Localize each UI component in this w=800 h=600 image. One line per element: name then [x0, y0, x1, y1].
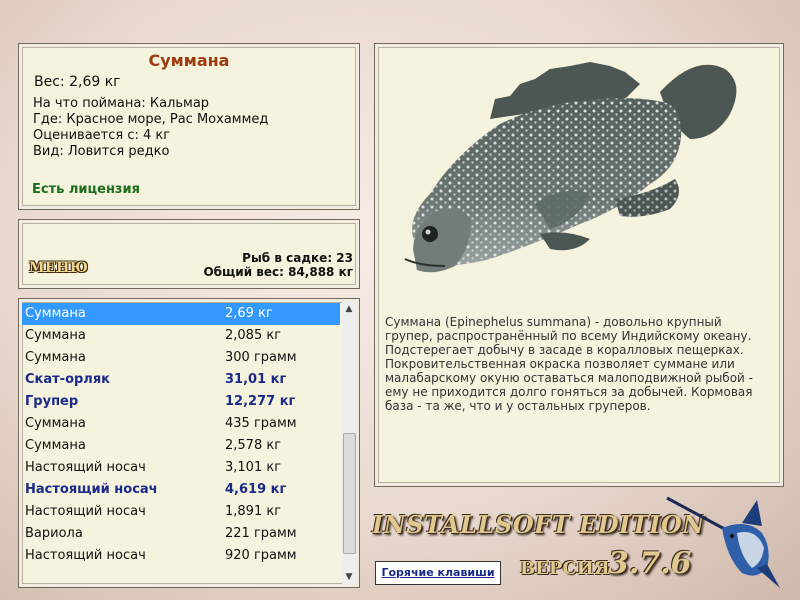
catch-list-row[interactable]: Настоящий носач 4,619 кг	[22, 479, 340, 501]
estimated-info: Оценивается с: 4 кг	[33, 128, 171, 143]
catch-list-panel: Суммана 2,69 кг Суммана 2,085 кг Суммана 300 …	[18, 298, 360, 588]
catch-list: Суммана 2,69 кг Суммана 2,085 кг Суммана 300 …	[22, 303, 340, 567]
location-info: Где: Красное море, Рас Мохаммед	[33, 112, 269, 127]
catch-fish-weight: 1,891 кг	[225, 504, 282, 519]
catch-list-row[interactable]: Настоящий носач 1,891 кг	[22, 501, 340, 523]
marlin-logo	[666, 496, 780, 588]
catch-list-row[interactable]: Настоящий носач 3,101 кг	[22, 457, 340, 479]
catch-fish-name: Суммана	[25, 438, 86, 453]
catch-list-row[interactable]: Скат-орляк 31,01 кг	[22, 369, 340, 391]
catch-list-row[interactable]: Групер 12,277 кг	[22, 391, 340, 413]
fish-info-panel: Суммана Вес: 2,69 кг На что поймана: Кал…	[18, 43, 360, 210]
catch-fish-weight: 2,578 кг	[225, 438, 282, 453]
catch-fish-weight: 4,619 кг	[225, 482, 287, 497]
menu-button[interactable]: МЕНЮ	[29, 260, 88, 276]
scrollbar-thumb[interactable]	[343, 433, 356, 554]
catch-fish-name: Настоящий носач	[25, 504, 146, 519]
catch-fish-weight: 2,085 кг	[225, 328, 282, 343]
catch-fish-name: Суммана	[25, 306, 86, 321]
catch-fish-weight: 435 грамм	[225, 416, 297, 431]
license-status: Есть лицензия	[32, 182, 140, 197]
cage-stats-panel: МЕНЮ Рыб в садке: 23 Общий вес: 84,888 к…	[18, 219, 360, 289]
fish-description: Суммана (Epinephelus summana) - довольно…	[385, 315, 753, 413]
catch-fish-name: Групер	[25, 394, 79, 409]
catch-fish-name: Скат-орляк	[25, 372, 110, 387]
catch-fish-name: Суммана	[25, 350, 86, 365]
catch-fish-name: Настоящий носач	[25, 482, 158, 497]
species-info: Вид: Ловится редко	[33, 144, 170, 159]
fish-description-panel: Суммана (Epinephelus summana) - довольно…	[374, 43, 784, 487]
catch-list-row[interactable]: Вариола 221 грамм	[22, 523, 340, 545]
catch-fish-weight: 300 грамм	[225, 350, 297, 365]
catch-fish-weight: 221 грамм	[225, 526, 297, 541]
triangle-up-icon[interactable]: ▲	[342, 302, 356, 316]
catch-list-row[interactable]: Суммана 2,578 кг	[22, 435, 340, 457]
catch-list-row[interactable]: Настоящий носач 920 грамм	[22, 545, 340, 567]
catch-list-row[interactable]: Суммана 2,69 кг	[22, 303, 340, 325]
catch-fish-name: Настоящий носач	[25, 548, 146, 563]
version-label: ВЕРСИЯ	[520, 558, 610, 579]
grouper-image	[404, 62, 737, 273]
scrollbar[interactable]: ▲ ▼	[342, 302, 356, 584]
catch-fish-name: Настоящий носач	[25, 460, 146, 475]
catch-fish-weight: 12,277 кг	[225, 394, 296, 409]
catch-fish-name: Суммана	[25, 328, 86, 343]
catch-fish-name: Вариола	[25, 526, 83, 541]
catch-list-row[interactable]: Суммана 435 грамм	[22, 413, 340, 435]
bait-info: На что поймана: Кальмар	[33, 96, 210, 111]
hotkeys-button[interactable]: Горячие клавиши	[375, 561, 501, 585]
catch-fish-weight: 920 грамм	[225, 548, 297, 563]
triangle-down-icon[interactable]: ▼	[342, 570, 356, 584]
fish-in-cage: Рыб в садке: 23	[242, 251, 353, 265]
edition-logo-text: INSTALLSOFT EDITION	[372, 510, 705, 539]
catch-fish-weight: 2,69 кг	[225, 306, 273, 321]
catch-fish-weight: 31,01 кг	[225, 372, 287, 387]
catch-fish-weight: 3,101 кг	[225, 460, 282, 475]
fish-title: Суммана	[148, 51, 230, 70]
catch-list-row[interactable]: Суммана 300 грамм	[22, 347, 340, 369]
fish-weight: Вес: 2,69 кг	[34, 74, 121, 90]
total-weight: Общий вес: 84,888 кг	[203, 265, 353, 279]
catch-list-row[interactable]: Суммана 2,085 кг	[22, 325, 340, 347]
catch-fish-name: Суммана	[25, 416, 86, 431]
